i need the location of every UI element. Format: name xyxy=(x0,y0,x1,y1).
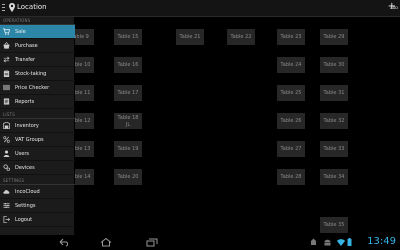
drawer-item-users[interactable]: Users xyxy=(0,147,75,161)
page-title[interactable]: Location xyxy=(17,3,47,11)
transfer-icon xyxy=(3,56,10,63)
navigation-drawer: OPERATIONS Sale Purchase Transfer Stock-… xyxy=(0,17,75,235)
barcode-icon xyxy=(3,84,10,91)
table-cell[interactable]: Table 20 xyxy=(114,169,142,185)
settings-icon xyxy=(3,203,10,208)
table-cell[interactable]: Table 26 xyxy=(277,113,305,129)
table-cell[interactable]: Table 30 xyxy=(320,57,348,73)
table-cell[interactable]: Table 31 xyxy=(320,85,348,101)
drawer-item-label: Devices xyxy=(15,165,35,171)
battery-icon xyxy=(347,238,352,246)
table-cell[interactable]: Table 28 xyxy=(277,169,305,185)
table-cell[interactable]: Table 33 xyxy=(320,141,348,157)
table-cell[interactable]: Table 24 xyxy=(277,57,305,73)
drawer-item-reports[interactable]: Reports xyxy=(0,95,75,109)
drawer-item-label: Logout xyxy=(15,217,33,223)
back-icon[interactable] xyxy=(58,238,70,247)
vat-icon xyxy=(3,136,10,143)
section-header-settings: SETTINGS xyxy=(0,177,75,185)
section-header-lists: LISTS xyxy=(0,111,75,119)
drawer-item-label: Sale xyxy=(15,29,26,35)
drawer-item-sale[interactable]: Sale xyxy=(0,25,75,39)
android-icon xyxy=(324,239,331,246)
devices-icon xyxy=(3,164,10,171)
drawer-item-settings[interactable]: Settings xyxy=(0,199,75,213)
drawer-item-label: Reports xyxy=(15,99,35,105)
drawer-item-stock-taking[interactable]: Stock-taking xyxy=(0,67,75,81)
drawer-item-devices[interactable]: Devices xyxy=(0,161,75,175)
drawer-item-label: Stock-taking xyxy=(15,71,47,77)
table-cell[interactable]: Table 32 xyxy=(320,113,348,129)
drawer-item-label: Settings xyxy=(15,203,36,209)
table-cell[interactable]: Table 21 xyxy=(176,29,204,45)
inventory-icon xyxy=(3,122,10,129)
drawer-item-purchase[interactable]: Purchase xyxy=(0,39,75,53)
wifi-icon xyxy=(337,239,345,246)
drawer-item-inventory[interactable]: Inventory xyxy=(0,119,75,133)
drawer-item-logout[interactable]: Logout xyxy=(0,213,75,227)
table-cell[interactable]: Table 34 xyxy=(320,169,348,185)
clipboard-icon xyxy=(3,70,10,77)
clock: 13:49 xyxy=(367,236,396,247)
table-cell[interactable]: Table 18 JL xyxy=(114,113,142,129)
drawer-item-label: Inventory xyxy=(15,123,39,129)
table-cell[interactable]: Table 23 xyxy=(277,29,305,45)
drawer-item-transfer[interactable]: Transfer xyxy=(0,53,75,67)
section-header-operations: OPERATIONS xyxy=(0,17,75,25)
location-pin-icon xyxy=(9,3,15,12)
drawer-item-label: Users xyxy=(15,151,30,157)
logout-icon xyxy=(3,216,10,223)
table-occupant: JL xyxy=(125,122,131,128)
users-icon xyxy=(3,150,10,157)
drawer-item-label: IncoCloud xyxy=(15,189,40,195)
table-cell[interactable]: Table 35 xyxy=(320,217,348,233)
drawer-item-vat-groups[interactable]: VAT Groups xyxy=(0,133,75,147)
recent-apps-icon[interactable] xyxy=(146,238,158,247)
drawer-indicator-icon[interactable] xyxy=(2,4,6,13)
table-cell[interactable]: Table 15 xyxy=(114,29,142,45)
table-cell[interactable]: Table 27 xyxy=(277,141,305,157)
basket-icon xyxy=(3,42,10,49)
cart-icon xyxy=(3,28,10,35)
action-bar: Location + ADD xyxy=(0,0,400,17)
cloud-icon xyxy=(3,189,10,194)
table-cell[interactable]: Table 19 xyxy=(114,141,142,157)
drawer-item-label: Transfer xyxy=(15,57,36,63)
report-icon xyxy=(3,98,10,105)
drawer-item-price-checker[interactable]: Price Checker xyxy=(0,81,75,95)
drawer-item-incocloud[interactable]: IncoCloud xyxy=(0,185,75,199)
drawer-item-label: Purchase xyxy=(15,43,38,49)
table-cell[interactable]: Table 29 xyxy=(320,29,348,45)
notification-icon xyxy=(311,238,316,245)
home-icon[interactable] xyxy=(100,238,112,247)
drawer-item-label: VAT Groups xyxy=(15,137,44,143)
drawer-item-label: Price Checker xyxy=(15,85,50,91)
system-navigation-bar: 13:49 xyxy=(0,235,400,250)
table-cell[interactable]: Table 25 xyxy=(277,85,305,101)
table-cell[interactable]: Table 16 xyxy=(114,57,142,73)
table-cell[interactable]: Table 17 xyxy=(114,85,142,101)
add-button-label[interactable]: ADD xyxy=(390,6,398,10)
table-cell[interactable]: Table 22 xyxy=(227,29,255,45)
